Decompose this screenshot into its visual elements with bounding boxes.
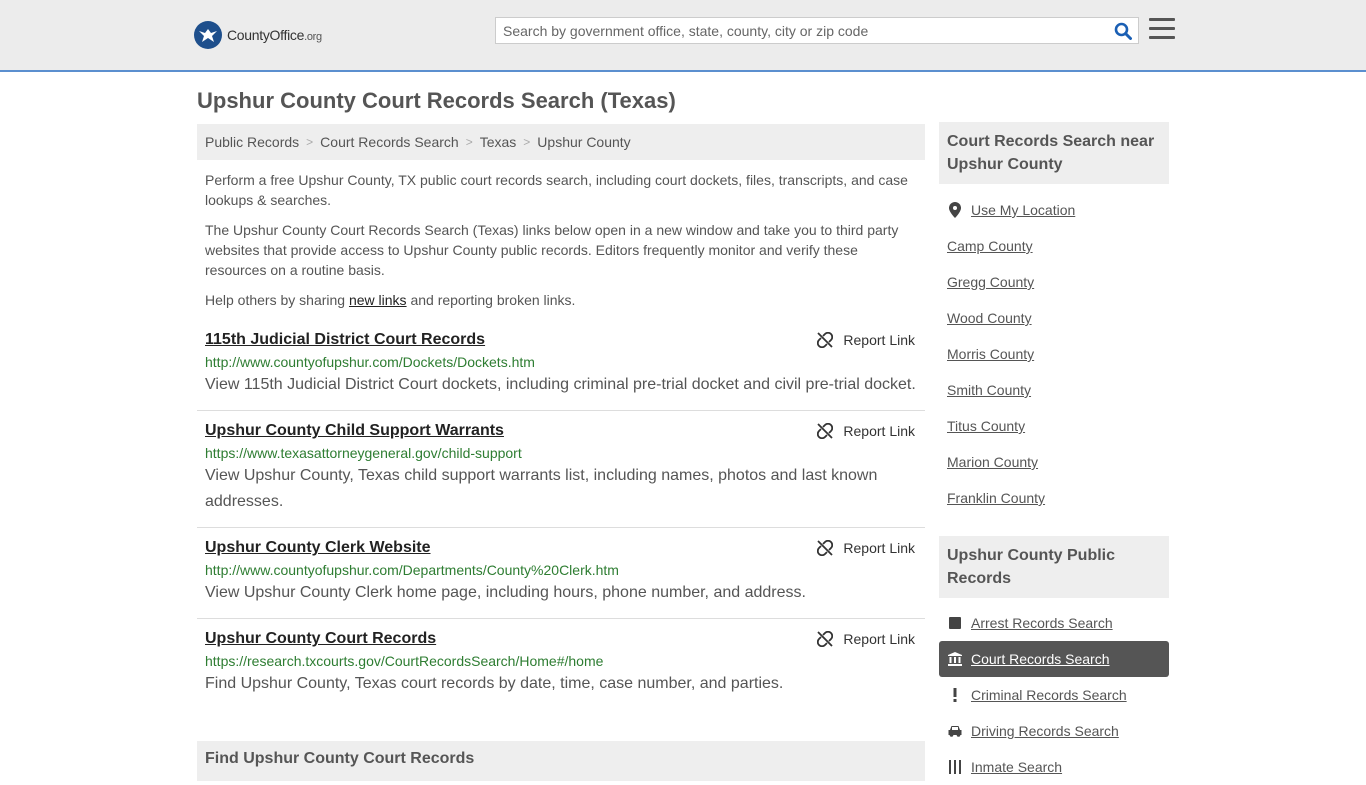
breadcrumb-texas[interactable]: Texas bbox=[480, 134, 517, 150]
record-item: Upshur County Clerk Website http://www.c… bbox=[197, 536, 925, 619]
find-records-heading: Find Upshur County Court Records bbox=[197, 741, 925, 781]
report-link-label: Report Link bbox=[843, 631, 915, 647]
nearby-county-gregg[interactable]: Gregg County bbox=[947, 272, 1034, 292]
search-box bbox=[495, 17, 1139, 44]
sidebar-item-label[interactable]: Inmate Search bbox=[971, 759, 1062, 775]
new-links-link[interactable]: new links bbox=[349, 292, 407, 308]
search-input[interactable] bbox=[503, 18, 1103, 43]
nearby-county-smith[interactable]: Smith County bbox=[947, 380, 1031, 400]
hamburger-menu-icon[interactable] bbox=[1149, 18, 1175, 42]
sidebar-item-arrest-records[interactable]: Arrest Records Search bbox=[939, 605, 1169, 641]
inmate-icon bbox=[947, 760, 963, 774]
map-pin-icon bbox=[947, 202, 963, 218]
sidebar-item-inmate-search[interactable]: Inmate Search bbox=[939, 749, 1169, 785]
sidebar-item-label[interactable]: Arrest Records Search bbox=[971, 615, 1113, 631]
sidebar-item-court-records[interactable]: Court Records Search bbox=[939, 641, 1169, 677]
use-location-item[interactable]: Use My Location bbox=[939, 192, 1169, 228]
nearby-county-morris[interactable]: Morris County bbox=[947, 344, 1034, 364]
breadcrumb: Public Records > Court Records Search > … bbox=[197, 124, 925, 160]
record-title-link[interactable]: Upshur County Court Records bbox=[205, 627, 917, 651]
record-description: Find Upshur County, Texas court records … bbox=[205, 675, 784, 692]
nearby-county-wood[interactable]: Wood County bbox=[947, 308, 1032, 328]
intro-paragraph-1: Perform a free Upshur County, TX public … bbox=[205, 172, 908, 208]
nearby-county-marion[interactable]: Marion County bbox=[947, 452, 1038, 472]
record-description: View 115th Judicial District Court docke… bbox=[205, 376, 916, 393]
intro-paragraph-3: Help others by sharing new links and rep… bbox=[205, 292, 576, 308]
record-url: https://research.txcourts.gov/CourtRecor… bbox=[205, 653, 604, 669]
sidebar-item-label[interactable]: Driving Records Search bbox=[971, 723, 1119, 739]
report-link-button[interactable]: Report Link bbox=[817, 540, 915, 556]
record-title-link[interactable]: Upshur County Clerk Website bbox=[205, 536, 917, 560]
public-records-heading: Upshur County Public Records bbox=[939, 536, 1169, 598]
sidebar-item-driving-records[interactable]: Driving Records Search bbox=[939, 713, 1169, 749]
site-header: CountyOffice.org bbox=[0, 0, 1366, 72]
broken-link-icon bbox=[817, 332, 834, 348]
site-logo[interactable]: CountyOffice.org bbox=[194, 20, 322, 50]
report-link-label: Report Link bbox=[843, 332, 915, 348]
logo-eagle-icon bbox=[194, 21, 222, 49]
record-url: http://www.countyofupshur.com/Department… bbox=[205, 562, 619, 578]
report-link-label: Report Link bbox=[843, 540, 915, 556]
sidebar-item-label[interactable]: Criminal Records Search bbox=[971, 687, 1127, 703]
use-location-link[interactable]: Use My Location bbox=[971, 202, 1075, 218]
report-link-button[interactable]: Report Link bbox=[817, 631, 915, 647]
record-item: Upshur County Court Records https://rese… bbox=[197, 627, 925, 710]
broken-link-icon bbox=[817, 631, 834, 647]
broken-link-icon bbox=[817, 540, 834, 556]
breadcrumb-court-records-search[interactable]: Court Records Search bbox=[320, 134, 459, 150]
breadcrumb-separator: > bbox=[306, 135, 314, 149]
intro-paragraph-2: The Upshur County Court Records Search (… bbox=[205, 222, 899, 278]
logo-text: CountyOffice.org bbox=[227, 27, 322, 43]
sidebar-item-label[interactable]: Court Records Search bbox=[971, 651, 1110, 667]
record-description: View Upshur County, Texas child support … bbox=[205, 467, 878, 510]
record-title-link[interactable]: Upshur County Child Support Warrants bbox=[205, 419, 917, 443]
breadcrumb-upshur-county[interactable]: Upshur County bbox=[537, 134, 630, 150]
nearby-county-camp[interactable]: Camp County bbox=[947, 236, 1033, 256]
page-title: Upshur County Court Records Search (Texa… bbox=[197, 88, 676, 113]
breadcrumb-separator: > bbox=[523, 135, 531, 149]
report-link-label: Report Link bbox=[843, 423, 915, 439]
record-title-link[interactable]: 115th Judicial District Court Records bbox=[205, 328, 917, 352]
broken-link-icon bbox=[817, 423, 834, 439]
car-icon bbox=[947, 725, 963, 737]
breadcrumb-separator: > bbox=[465, 135, 473, 149]
nearby-county-franklin[interactable]: Franklin County bbox=[947, 488, 1045, 508]
nearby-heading: Court Records Search near Upshur County bbox=[939, 122, 1169, 184]
report-link-button[interactable]: Report Link bbox=[817, 332, 915, 348]
breadcrumb-public-records[interactable]: Public Records bbox=[205, 134, 299, 150]
nearby-county-titus[interactable]: Titus County bbox=[947, 416, 1025, 436]
report-link-button[interactable]: Report Link bbox=[817, 423, 915, 439]
record-url: https://www.texasattorneygeneral.gov/chi… bbox=[205, 445, 522, 461]
record-description: View Upshur County Clerk home page, incl… bbox=[205, 584, 806, 601]
sidebar-item-criminal-records[interactable]: Criminal Records Search bbox=[939, 677, 1169, 713]
search-icon[interactable] bbox=[1114, 22, 1132, 40]
square-icon bbox=[947, 617, 963, 629]
record-url: http://www.countyofupshur.com/Dockets/Do… bbox=[205, 354, 535, 370]
exclamation-icon bbox=[947, 688, 963, 702]
courthouse-icon bbox=[947, 652, 963, 666]
record-item: 115th Judicial District Court Records ht… bbox=[197, 328, 925, 411]
record-item: Upshur County Child Support Warrants htt… bbox=[197, 419, 925, 528]
